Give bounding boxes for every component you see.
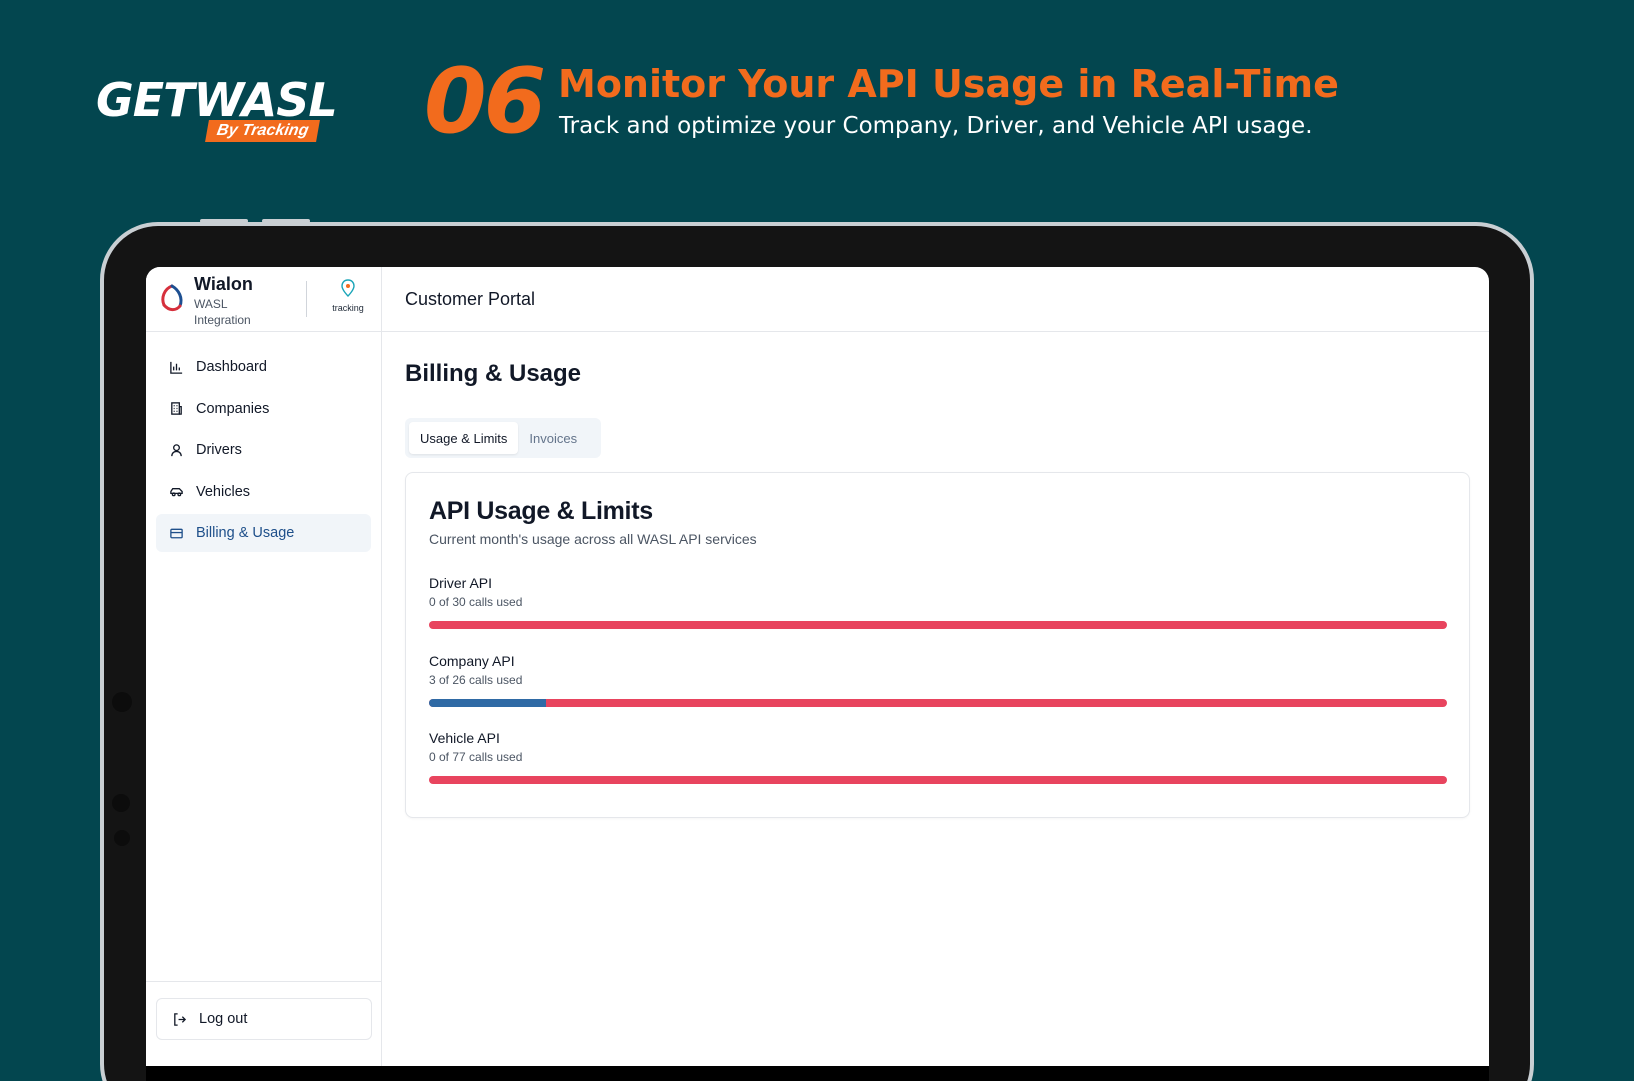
usage-count: 0 of 77 calls used bbox=[429, 750, 523, 764]
brand-subtitle: WASL Integration bbox=[194, 297, 251, 327]
usage-driver-api: Driver API 0 of 30 calls used bbox=[429, 573, 1447, 629]
usage-name: Company API bbox=[429, 653, 515, 669]
sidebar-item-dashboard[interactable]: Dashboard bbox=[156, 348, 371, 386]
usage-name: Vehicle API bbox=[429, 730, 500, 746]
car-icon bbox=[168, 484, 184, 500]
sidebar: Wialon WASL Integration tracking Dashboa… bbox=[146, 267, 382, 1067]
api-usage-card: API Usage & Limits Current month's usage… bbox=[405, 472, 1470, 818]
main-content: Billing & Usage Usage & Limits Invoices … bbox=[382, 332, 1489, 1067]
card-title: API Usage & Limits bbox=[429, 497, 653, 525]
sidebar-item-billing[interactable]: Billing & Usage bbox=[156, 514, 371, 552]
location-pin-icon bbox=[341, 279, 355, 297]
building-icon bbox=[168, 401, 184, 417]
top-bar: Customer Portal bbox=[382, 267, 1489, 332]
card-description: Current month's usage across all WASL AP… bbox=[429, 531, 757, 547]
tab-list: Usage & Limits Invoices bbox=[405, 418, 601, 458]
sidebar-footer: Log out bbox=[146, 981, 382, 1067]
sidebar-nav: Dashboard Companies Drivers Vehicles Bil… bbox=[146, 332, 381, 552]
usage-count: 3 of 26 calls used bbox=[429, 673, 523, 687]
logo-subtitle: By Tracking bbox=[204, 120, 320, 142]
tablet-camera-dot bbox=[114, 830, 130, 846]
step-number: 06 bbox=[424, 49, 546, 154]
logo-word: GETWASL bbox=[96, 73, 338, 127]
sidebar-item-label: Billing & Usage bbox=[196, 525, 295, 541]
brand-title: Wialon bbox=[194, 274, 253, 294]
tablet-camera-dot bbox=[112, 692, 132, 712]
user-icon bbox=[168, 442, 184, 458]
app-screen: Wialon WASL Integration tracking Dashboa… bbox=[146, 267, 1489, 1067]
promo-subline: Track and optimize your Company, Driver,… bbox=[559, 113, 1313, 139]
logout-label: Log out bbox=[199, 1011, 248, 1027]
usage-count: 0 of 30 calls used bbox=[429, 595, 523, 609]
brand-divider bbox=[306, 281, 307, 317]
wialon-logo-icon bbox=[161, 284, 183, 312]
usage-company-api: Company API 3 of 26 calls used bbox=[429, 651, 1447, 707]
tablet-camera-dot bbox=[112, 794, 130, 812]
bar-chart-icon bbox=[168, 359, 184, 375]
page-title: Billing & Usage bbox=[405, 360, 582, 387]
credit-card-icon bbox=[168, 525, 184, 541]
promo-headline: Monitor Your API Usage in Real-Time bbox=[558, 62, 1339, 106]
sidebar-item-label: Dashboard bbox=[196, 359, 267, 375]
sidebar-item-label: Companies bbox=[196, 400, 270, 417]
tracking-logo: tracking bbox=[326, 279, 370, 313]
tab-usage-limits[interactable]: Usage & Limits bbox=[409, 422, 519, 454]
usage-vehicle-api: Vehicle API 0 of 77 calls used bbox=[429, 728, 1447, 784]
tracking-logo-text: tracking bbox=[332, 303, 364, 313]
sidebar-item-vehicles[interactable]: Vehicles bbox=[156, 473, 371, 511]
logout-icon bbox=[171, 1011, 187, 1027]
getwasl-logo: GETWASL By Tracking bbox=[96, 73, 338, 150]
logout-button[interactable]: Log out bbox=[156, 998, 372, 1040]
sidebar-item-drivers[interactable]: Drivers bbox=[156, 431, 371, 469]
tab-invoices[interactable]: Invoices bbox=[518, 422, 588, 454]
usage-progress-bar bbox=[429, 776, 1447, 784]
usage-progress-fill bbox=[429, 699, 547, 707]
brand-header: Wialon WASL Integration tracking bbox=[146, 267, 381, 332]
tablet-bezel-bottom bbox=[146, 1066, 1489, 1081]
usage-progress-bar bbox=[429, 621, 1447, 629]
sidebar-item-companies[interactable]: Companies bbox=[156, 390, 371, 428]
sidebar-item-label: Drivers bbox=[196, 442, 242, 458]
portal-title: Customer Portal bbox=[405, 288, 536, 309]
sidebar-item-label: Vehicles bbox=[196, 483, 251, 500]
usage-name: Driver API bbox=[429, 575, 493, 591]
usage-progress-bar bbox=[429, 699, 1447, 707]
